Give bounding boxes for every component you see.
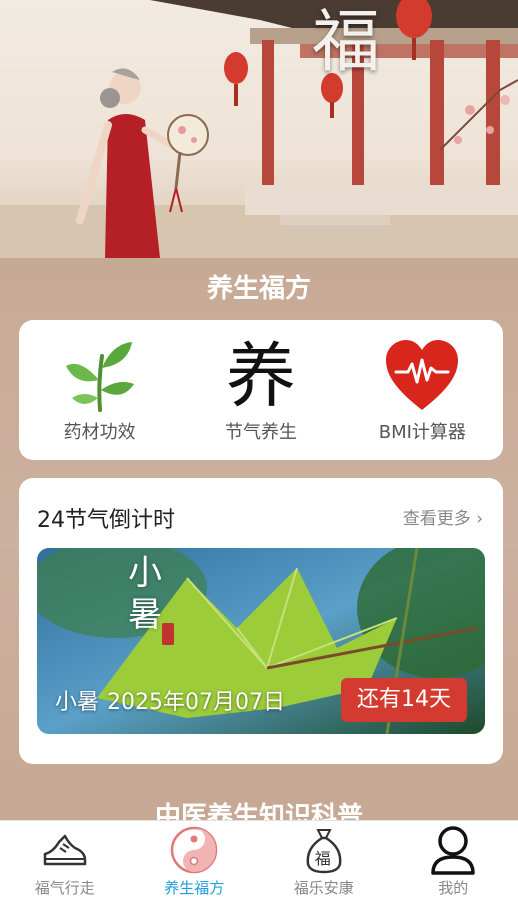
hero-illustration — [0, 0, 518, 258]
solar-term-banner[interactable]: 小暑 小暑 2025年07月07日 还有14天 — [37, 548, 485, 734]
solar-term-info: 小暑 2025年07月07日 — [55, 684, 293, 716]
view-more-link[interactable]: 查看更多 › — [403, 504, 483, 529]
tool-label: 药材功效 — [63, 422, 136, 443]
tool-bmi-calculator[interactable]: BMI计算器 — [342, 320, 503, 460]
solar-terms-card: 24节气倒计时 查看更多 › 小暑 小暑 2025年07月07日 还有14天 — [19, 478, 503, 764]
solar-term-name: 小暑 — [55, 690, 100, 715]
solar-term-date: 2025年07月07日 — [107, 690, 285, 715]
herb-leaf-icon — [62, 338, 138, 414]
yin-yang-icon — [168, 825, 220, 875]
fortune-bag-icon: 福 — [298, 825, 350, 875]
tab-label: 养生福方 — [164, 879, 225, 897]
tool-herb-effects[interactable]: 药材功效 — [19, 320, 180, 460]
bottom-tab-bar: 福气行走 养生福方 福 福乐安康 我的 — [0, 820, 518, 898]
tab-label: 我的 — [438, 879, 469, 897]
tool-label: 节气养生 — [224, 422, 297, 443]
section-title-health: 养生福方 — [206, 274, 311, 304]
chevron-right-icon: › — [476, 509, 483, 529]
hero-banner: 福 — [0, 0, 518, 258]
health-tools-card: 药材功效 养 节气养生 BMI计算器 — [19, 320, 503, 460]
solar-terms-title: 24节气倒计时 — [37, 508, 175, 533]
tab-wellbeing[interactable]: 福 福乐安康 — [259, 821, 389, 898]
hero-fu-character: 福 — [312, 3, 381, 82]
tab-walking[interactable]: 福气行走 — [0, 821, 130, 898]
fortune-char: 福 — [314, 849, 331, 868]
seal-stamp-icon — [162, 623, 174, 645]
tool-solar-term-health[interactable]: 养 节气养生 — [180, 320, 341, 460]
solar-term-art-text: 小暑 — [128, 553, 162, 635]
yang-character-icon: 养 — [225, 335, 296, 417]
tool-label: BMI计算器 — [378, 422, 466, 443]
user-icon — [427, 825, 479, 875]
heart-pulse-icon — [384, 338, 460, 414]
tab-health[interactable]: 养生福方 — [130, 821, 260, 898]
tab-label: 福乐安康 — [293, 879, 354, 897]
view-more-label: 查看更多 — [402, 509, 471, 529]
sneaker-icon — [39, 825, 91, 875]
tab-profile[interactable]: 我的 — [389, 821, 518, 898]
countdown-badge: 还有14天 — [341, 678, 467, 722]
tab-label: 福气行走 — [34, 879, 95, 897]
